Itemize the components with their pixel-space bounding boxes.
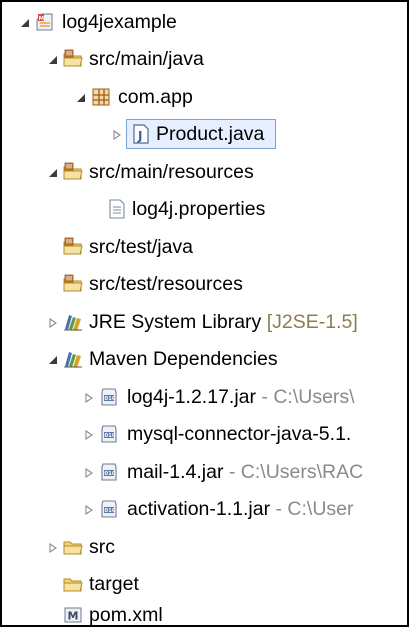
collapsed-arrow-icon[interactable] bbox=[82, 418, 96, 452]
tree-item-maven-dependencies[interactable]: Maven Dependencies bbox=[2, 343, 407, 377]
src-label: src bbox=[89, 536, 115, 558]
jre-library-label: JRE System Library bbox=[89, 311, 262, 333]
folder-icon bbox=[62, 573, 84, 595]
java-file-icon bbox=[130, 123, 152, 145]
jre-library-text: JRE System Library [J2SE-1.5] bbox=[89, 310, 358, 334]
maven-project-icon bbox=[34, 11, 56, 33]
expanded-arrow-icon[interactable] bbox=[46, 156, 60, 190]
source-folder-icon bbox=[62, 236, 84, 258]
jre-library-version: [J2SE-1.5] bbox=[266, 311, 358, 333]
package-explorer: log4jexample src/main/java com.app Produ… bbox=[0, 0, 409, 627]
tree-item-jar-mysql[interactable]: mysql-connector-java-5.1. bbox=[2, 418, 407, 452]
product-java-label: Product.java bbox=[156, 123, 265, 145]
jar-log4j-path: - C:\Users\ bbox=[261, 386, 355, 408]
source-folder-icon bbox=[62, 48, 84, 70]
tree-item-product-java[interactable]: Product.java bbox=[2, 118, 407, 152]
tree-item-jar-log4j[interactable]: log4j-1.2.17.jar - C:\Users\ bbox=[2, 381, 407, 415]
jar-log4j-text: log4j-1.2.17.jar - C:\Users\ bbox=[127, 385, 355, 409]
library-icon bbox=[62, 311, 84, 333]
package-label: com.app bbox=[118, 86, 193, 108]
jar-icon bbox=[98, 423, 120, 445]
collapsed-arrow-icon[interactable] bbox=[82, 456, 96, 490]
src-test-resources-label: src/test/resources bbox=[89, 273, 243, 295]
jar-icon bbox=[98, 461, 120, 483]
jar-activation-text: activation-1.1.jar - C:\User bbox=[127, 497, 354, 521]
tree-item-jar-activation[interactable]: activation-1.1.jar - C:\User bbox=[2, 493, 407, 527]
properties-file-icon bbox=[106, 198, 128, 220]
source-folder-icon bbox=[62, 273, 84, 295]
collapsed-arrow-icon[interactable] bbox=[46, 306, 60, 340]
tree-item-src-folder[interactable]: src bbox=[2, 531, 407, 565]
log4j-properties-label: log4j.properties bbox=[132, 198, 266, 220]
collapsed-arrow-icon[interactable] bbox=[82, 493, 96, 527]
tree-item-src-main-java[interactable]: src/main/java bbox=[2, 43, 407, 77]
jar-mail-path: - C:\Users\RAC bbox=[228, 461, 364, 483]
tree-item-project[interactable]: log4jexample bbox=[2, 6, 407, 40]
pom-label: pom.xml bbox=[89, 604, 163, 626]
jar-mail-text: mail-1.4.jar - C:\Users\RAC bbox=[127, 460, 363, 484]
src-main-java-label: src/main/java bbox=[89, 48, 204, 70]
expanded-arrow-icon[interactable] bbox=[74, 81, 88, 115]
tree-item-log4j-properties[interactable]: log4j.properties bbox=[2, 193, 407, 227]
jar-icon bbox=[98, 498, 120, 520]
src-main-resources-label: src/main/resources bbox=[89, 161, 254, 183]
tree-item-pom-xml[interactable]: pom.xml bbox=[2, 599, 407, 626]
tree-item-jar-mail[interactable]: mail-1.4.jar - C:\Users\RAC bbox=[2, 456, 407, 490]
maven-dependencies-label: Maven Dependencies bbox=[89, 348, 278, 370]
tree-item-src-test-resources[interactable]: src/test/resources bbox=[2, 268, 407, 302]
project-label: log4jexample bbox=[62, 11, 177, 33]
tree-item-src-main-resources[interactable]: src/main/resources bbox=[2, 156, 407, 190]
package-icon bbox=[90, 86, 112, 108]
jar-mail-label: mail-1.4.jar bbox=[127, 461, 224, 483]
jar-activation-label: activation-1.1.jar bbox=[127, 498, 271, 520]
collapsed-arrow-icon[interactable] bbox=[46, 531, 60, 565]
project-tree: log4jexample src/main/java com.app Produ… bbox=[2, 2, 407, 625]
tree-item-target-folder[interactable]: target bbox=[2, 568, 407, 602]
collapsed-arrow-icon[interactable] bbox=[110, 118, 124, 152]
target-label: target bbox=[89, 573, 139, 595]
expanded-arrow-icon[interactable] bbox=[18, 6, 32, 40]
tree-item-jre-system-library[interactable]: JRE System Library [J2SE-1.5] bbox=[2, 306, 407, 340]
jar-mysql-label: mysql-connector-java-5.1. bbox=[127, 423, 352, 445]
folder-icon bbox=[62, 536, 84, 558]
tree-item-package-com-app[interactable]: com.app bbox=[2, 81, 407, 115]
tree-item-src-test-java[interactable]: src/test/java bbox=[2, 231, 407, 265]
expanded-arrow-icon[interactable] bbox=[46, 343, 60, 377]
source-folder-icon bbox=[62, 161, 84, 183]
expanded-arrow-icon[interactable] bbox=[46, 43, 60, 77]
src-test-java-label: src/test/java bbox=[89, 236, 194, 258]
jar-activation-path: - C:\User bbox=[275, 498, 354, 520]
jar-log4j-label: log4j-1.2.17.jar bbox=[127, 386, 256, 408]
library-icon bbox=[62, 348, 84, 370]
jar-icon bbox=[98, 386, 120, 408]
maven-pom-icon bbox=[62, 604, 84, 626]
collapsed-arrow-icon[interactable] bbox=[82, 381, 96, 415]
